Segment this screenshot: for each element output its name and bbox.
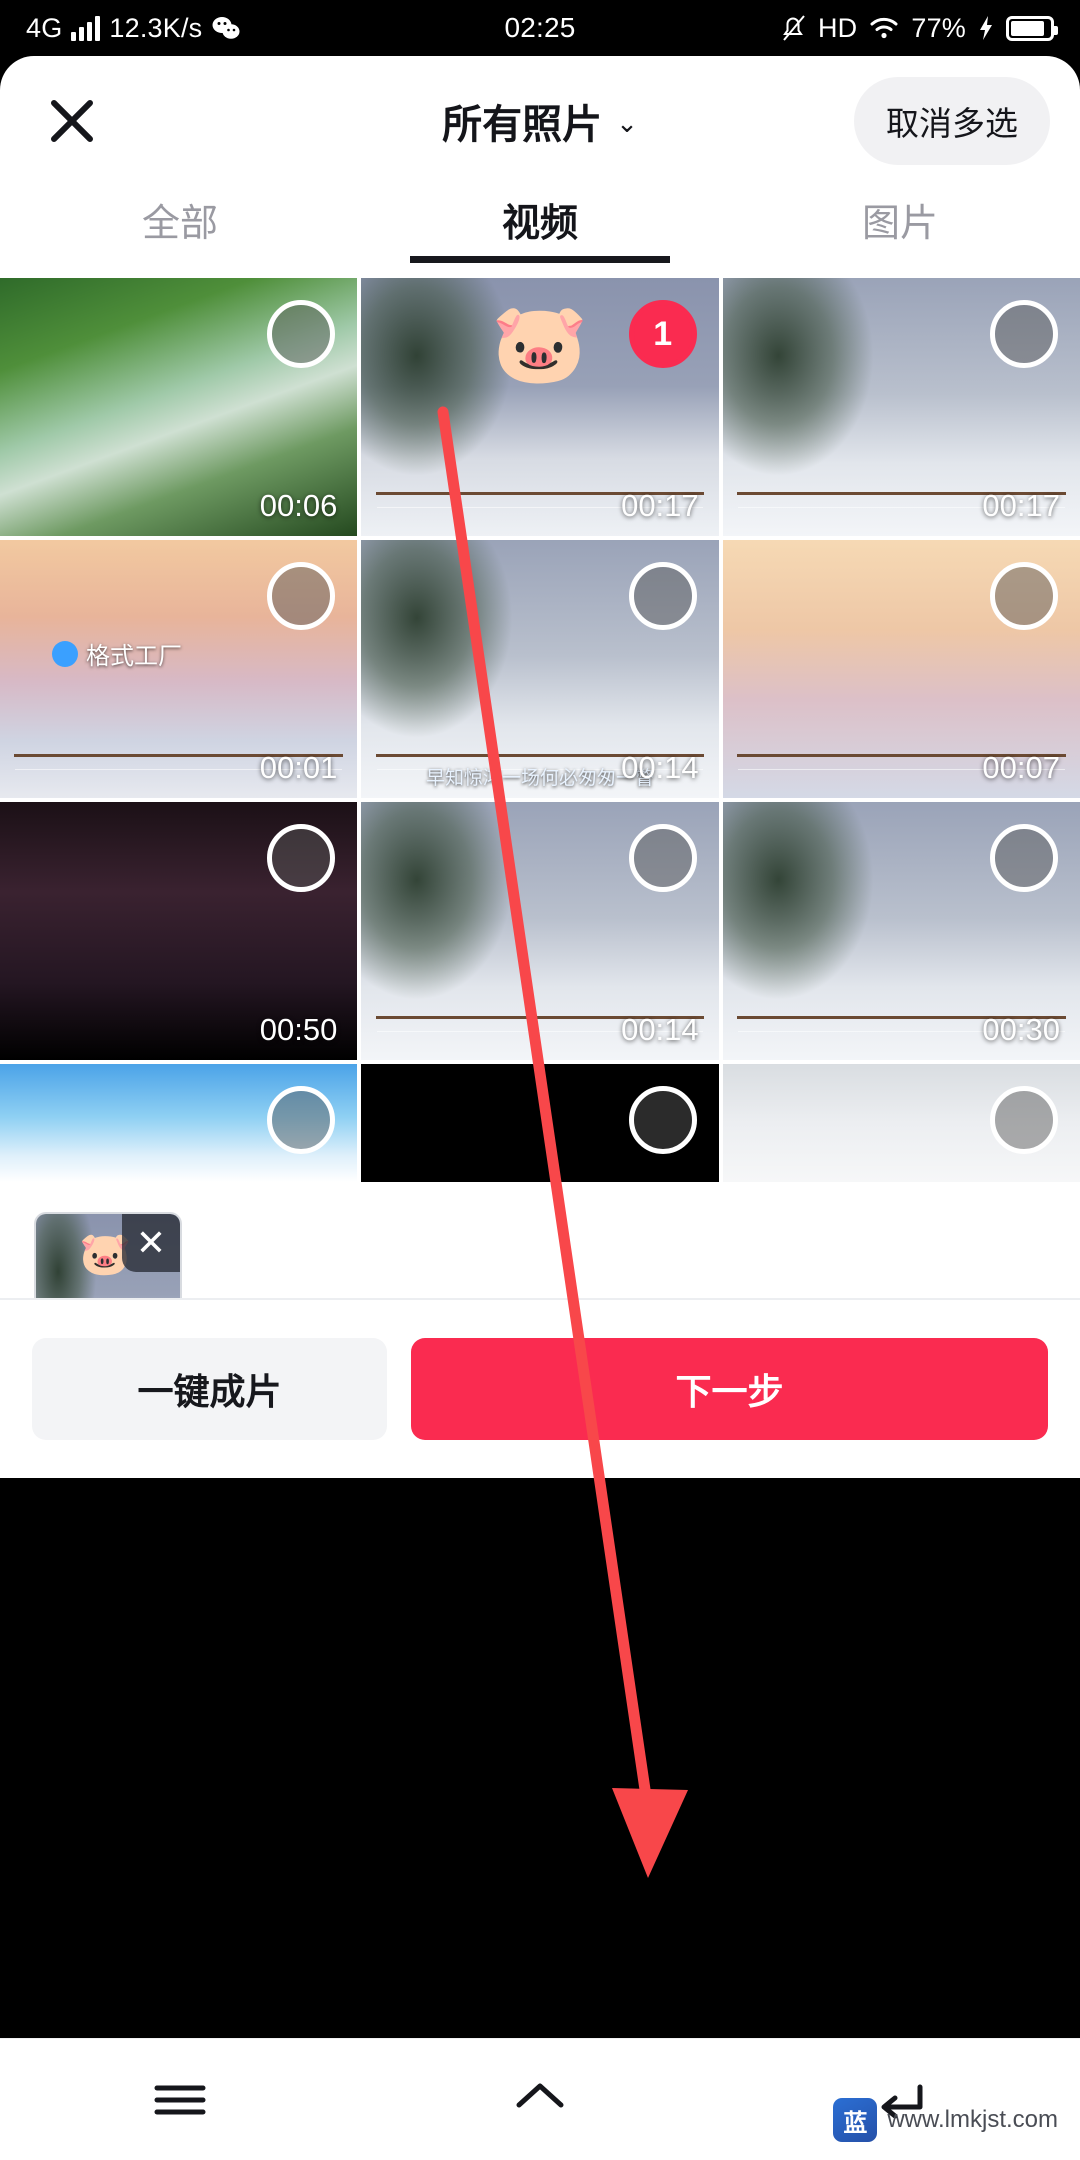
duration-label: 00:50 [259, 1012, 338, 1047]
one-click-movie-button[interactable]: 一键成片 [32, 1338, 387, 1440]
clock-label: 02:25 [504, 12, 576, 43]
tab-all[interactable]: 全部 [0, 192, 360, 263]
selection-badge: 1 [653, 314, 673, 353]
cancel-multiselect-button[interactable]: 取消多选 [854, 77, 1050, 165]
home-button[interactable] [492, 2065, 588, 2135]
site-logo-icon: 蓝 [833, 2098, 878, 2142]
site-watermark: 蓝 www.lmkjst.com [833, 2098, 1058, 2142]
battery-icon [1006, 15, 1058, 41]
remove-clip-button[interactable]: ✕ [122, 1214, 180, 1272]
hd-label: HD [817, 12, 858, 43]
media-cell[interactable]: 00:30 [722, 802, 1080, 1060]
media-cell[interactable] [722, 1064, 1080, 1182]
tab-video[interactable]: 视频 [360, 192, 720, 263]
media-cell[interactable]: 格式工厂 00:01 [0, 540, 358, 798]
photo-picker-sheet: 所有照片 ⌄ 取消多选 全部 视频 图片 00:06 🐷 1 00:17 00:… [0, 56, 1080, 1478]
next-step-button[interactable]: 下一步 [411, 1338, 1048, 1440]
pig-face-icon: 🐷 [491, 299, 589, 387]
home-icon [516, 2083, 564, 2107]
media-cell-selected[interactable]: 🐷 1 00:17 [361, 278, 719, 536]
media-cell[interactable] [0, 1064, 358, 1182]
picker-header: 所有照片 ⌄ 取消多选 [0, 56, 1080, 186]
media-cell[interactable]: 早知惊鸿一场何必匆匆一瞥 00:14 [361, 540, 719, 798]
media-cell[interactable]: 00:07 [722, 540, 1080, 798]
bell-muted-icon [783, 15, 805, 41]
select-checkbox[interactable] [990, 300, 1058, 368]
network-speed-label: 12.3K/s [109, 12, 203, 43]
format-factory-watermark: 格式工厂 [52, 636, 182, 671]
select-checkbox[interactable] [990, 824, 1058, 892]
wifi-icon [870, 17, 898, 39]
duration-label: 00:17 [982, 488, 1060, 523]
status-bar-left: 4G 12.3K/s [0, 13, 241, 44]
select-checkbox[interactable] [628, 562, 697, 630]
bolt-icon [980, 16, 992, 40]
page-title: 所有照片 [442, 103, 603, 147]
duration-label: 00:01 [259, 750, 338, 785]
select-checkbox[interactable] [267, 300, 336, 368]
media-type-tabs: 全部 视频 图片 [0, 186, 1080, 278]
duration-label: 00:17 [621, 488, 699, 523]
recents-button[interactable] [132, 2065, 228, 2135]
select-checkbox[interactable] [628, 1086, 697, 1154]
media-grid: 00:06 🐷 1 00:17 00:17 格式工厂 00:01 早知惊鸿一场何… [0, 278, 1080, 1182]
duration-label: 00:14 [621, 1012, 699, 1047]
media-cell[interactable]: 00:17 [722, 278, 1080, 536]
select-checkbox-checked[interactable]: 1 [628, 300, 697, 368]
select-checkbox[interactable] [990, 562, 1058, 630]
select-checkbox[interactable] [267, 562, 336, 630]
duration-label: 00:06 [259, 488, 338, 523]
wechat-icon [212, 17, 240, 39]
chevron-down-icon: ⌄ [616, 107, 638, 138]
duration-label: 00:07 [982, 750, 1060, 785]
select-checkbox[interactable] [628, 824, 697, 892]
select-checkbox[interactable] [267, 1086, 336, 1154]
duration-label: 00:30 [982, 1012, 1060, 1047]
watermark-label: 格式工厂 [86, 643, 182, 670]
media-cell[interactable]: 00:14 [361, 802, 719, 1060]
action-bar: 一键成片 下一步 [0, 1298, 1080, 1478]
media-cell[interactable]: 00:06 [0, 278, 358, 536]
duration-label: 00:14 [621, 750, 699, 785]
select-checkbox[interactable] [267, 824, 336, 892]
signal-strength-icon [71, 15, 101, 41]
media-cell[interactable] [361, 1064, 719, 1182]
network-type-label: 4G [26, 12, 63, 43]
menu-icon [154, 2085, 206, 2114]
site-url-label: www.lmkjst.com [887, 2106, 1058, 2133]
tab-image[interactable]: 图片 [720, 192, 1080, 263]
media-cell[interactable]: 00:50 [0, 802, 358, 1060]
format-factory-icon [52, 640, 78, 667]
status-bar-right: HD 77% [781, 0, 1058, 56]
battery-percent-label: 77% [911, 12, 966, 43]
select-checkbox[interactable] [990, 1086, 1058, 1154]
status-bar: 4G 12.3K/s 02:25 HD 77% [0, 0, 1080, 56]
